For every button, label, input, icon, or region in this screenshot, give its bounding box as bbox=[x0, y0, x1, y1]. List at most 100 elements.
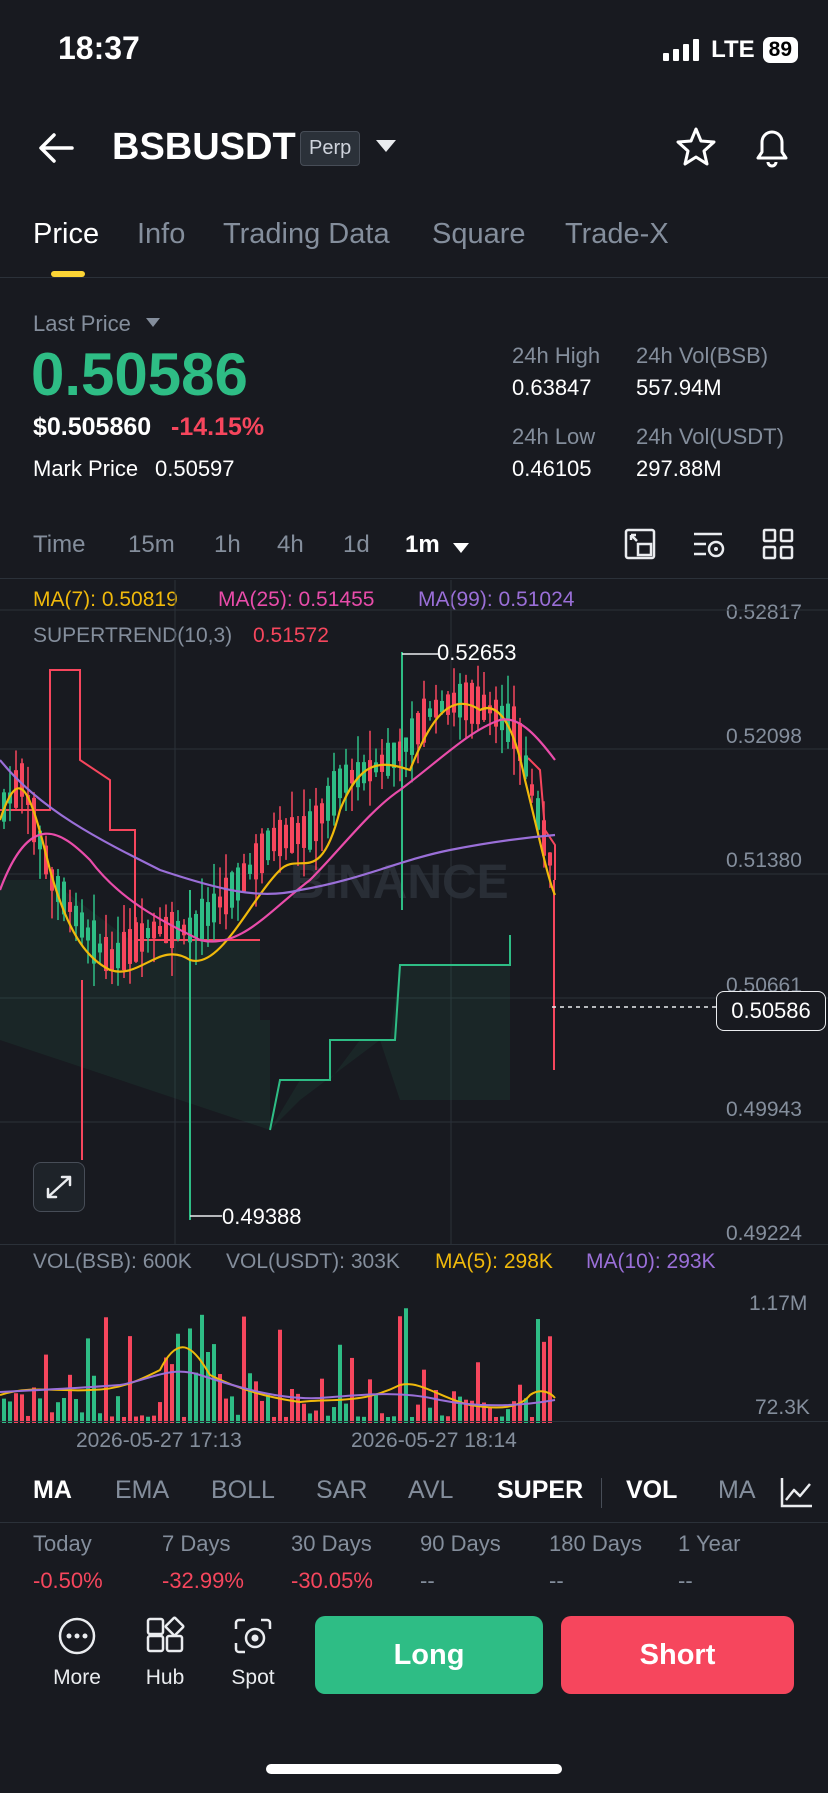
candle-body bbox=[254, 843, 258, 880]
volume-bar bbox=[404, 1308, 408, 1423]
volume-bar bbox=[116, 1396, 120, 1423]
candle-body bbox=[266, 830, 270, 861]
perf-value: -- bbox=[549, 1568, 564, 1593]
last-price-label[interactable]: Last Price bbox=[33, 311, 131, 337]
volume-chart[interactable] bbox=[0, 1280, 828, 1423]
candle-body bbox=[212, 893, 216, 923]
candle-body bbox=[332, 771, 336, 816]
volume-bar bbox=[248, 1373, 252, 1423]
fullscreen-chart-icon[interactable] bbox=[624, 528, 656, 560]
tab-info[interactable]: Info bbox=[137, 218, 185, 251]
interval-1m[interactable]: 1m bbox=[405, 531, 440, 559]
candle-body bbox=[206, 902, 210, 926]
star-icon[interactable] bbox=[676, 126, 716, 166]
candle-body bbox=[122, 931, 126, 971]
volume-bar bbox=[206, 1352, 210, 1423]
battery-indicator: 89 bbox=[762, 37, 798, 63]
last-price-dropdown-icon[interactable] bbox=[146, 318, 160, 327]
mark-price-value: 0.50597 bbox=[155, 456, 235, 481]
hub-button[interactable]: Hub bbox=[125, 1616, 205, 1696]
perf-value: -30.05% bbox=[291, 1568, 373, 1593]
symbol-dropdown-icon[interactable] bbox=[376, 140, 396, 152]
candle-body bbox=[140, 923, 144, 952]
candle-body bbox=[530, 784, 534, 796]
tab-trading-data[interactable]: Trading Data bbox=[223, 218, 390, 251]
perf-value: -- bbox=[678, 1568, 693, 1593]
indicator-tab-ma[interactable]: MA bbox=[33, 1476, 72, 1505]
indicator-tab-boll[interactable]: BOLL bbox=[211, 1476, 275, 1505]
bell-icon[interactable] bbox=[752, 124, 792, 168]
tab-price[interactable]: Price bbox=[33, 218, 99, 251]
volume-bar bbox=[374, 1394, 378, 1423]
header: BSBUSDT Perp bbox=[0, 120, 828, 180]
candle-body bbox=[74, 905, 78, 927]
volume-bar bbox=[158, 1402, 162, 1423]
volume-bar bbox=[164, 1357, 168, 1423]
interval-15m[interactable]: 15m bbox=[128, 531, 175, 559]
perf-value: -- bbox=[420, 1568, 435, 1593]
volume-bar bbox=[278, 1329, 282, 1423]
volume-bar bbox=[338, 1344, 342, 1423]
grid-layout-icon[interactable] bbox=[762, 528, 794, 560]
candle-body bbox=[224, 877, 228, 915]
candle-body bbox=[320, 803, 324, 824]
candle-body bbox=[146, 928, 150, 938]
volume-bar bbox=[134, 1416, 138, 1423]
candle-body bbox=[302, 816, 306, 848]
volume-bar bbox=[542, 1341, 546, 1423]
symbol-title[interactable]: BSBUSDT bbox=[112, 126, 296, 169]
perf-value: -32.99% bbox=[162, 1568, 244, 1593]
indicator-tab-ema[interactable]: EMA bbox=[115, 1476, 169, 1505]
tab-square[interactable]: Square bbox=[432, 218, 526, 251]
spot-button[interactable]: Spot bbox=[213, 1616, 293, 1696]
volume-bar bbox=[62, 1397, 66, 1423]
last-price-value: 0.50586 bbox=[31, 341, 248, 408]
indicator-tab-ma-sub[interactable]: MA bbox=[718, 1476, 758, 1505]
more-button[interactable]: More bbox=[37, 1616, 117, 1696]
candle-body bbox=[272, 827, 276, 852]
perf-label: 30 Days bbox=[291, 1531, 372, 1556]
vol-ma5-line bbox=[0, 1346, 556, 1409]
indicator-tab-vol[interactable]: VOL bbox=[626, 1476, 677, 1505]
indicator-tab-sar[interactable]: SAR bbox=[316, 1476, 367, 1505]
interval-4h[interactable]: 4h bbox=[277, 531, 304, 559]
interval-dropdown-icon[interactable] bbox=[453, 543, 469, 553]
signal-icon bbox=[663, 39, 700, 61]
volume-bar bbox=[524, 1398, 528, 1423]
indicator-tab-avl[interactable]: AVL bbox=[408, 1476, 453, 1505]
indicator-tab-super[interactable]: SUPER bbox=[497, 1476, 583, 1505]
volume-bar bbox=[200, 1314, 204, 1423]
indicator-settings-area[interactable] bbox=[765, 1472, 828, 1512]
more-label: More bbox=[53, 1666, 101, 1689]
perf-label: Today bbox=[33, 1531, 92, 1556]
interval-1d[interactable]: 1d bbox=[343, 531, 370, 559]
vol-ma10-legend: MA(10): 293K bbox=[586, 1250, 716, 1273]
back-arrow-icon[interactable] bbox=[36, 128, 76, 168]
volume-bar bbox=[38, 1398, 42, 1423]
expand-chart-button[interactable] bbox=[33, 1162, 85, 1212]
short-button[interactable]: Short bbox=[561, 1616, 794, 1694]
price-change: -14.15% bbox=[171, 413, 265, 441]
interval-time[interactable]: Time bbox=[33, 531, 85, 559]
volume-bar bbox=[368, 1379, 372, 1423]
chart-settings-icon[interactable] bbox=[692, 528, 726, 560]
candle-body bbox=[290, 817, 294, 853]
divider bbox=[0, 1421, 828, 1422]
candle-body bbox=[464, 682, 468, 721]
perf-label: 7 Days bbox=[162, 1531, 231, 1556]
last-price-tag: 0.50586 bbox=[716, 991, 826, 1031]
candle-body bbox=[380, 754, 384, 772]
volume-bar bbox=[434, 1390, 438, 1423]
performance-row: Today -0.50% 7 Days -32.99% 30 Days -30.… bbox=[0, 1531, 828, 1601]
interval-1h[interactable]: 1h bbox=[214, 531, 241, 559]
vol-usdt-legend: VOL(USDT): 303K bbox=[226, 1250, 400, 1273]
divider bbox=[0, 1522, 828, 1523]
tab-trade-x[interactable]: Trade-X bbox=[565, 218, 669, 251]
candle-body bbox=[452, 692, 456, 713]
volume-bar bbox=[8, 1401, 12, 1423]
long-button[interactable]: Long bbox=[315, 1616, 543, 1694]
mark-price-label: Mark Price bbox=[33, 456, 139, 481]
price-chart[interactable]: BINANCE bbox=[0, 580, 828, 1245]
indicator-separator bbox=[601, 1478, 602, 1508]
vol-bsb-value: 557.94M bbox=[636, 375, 722, 400]
